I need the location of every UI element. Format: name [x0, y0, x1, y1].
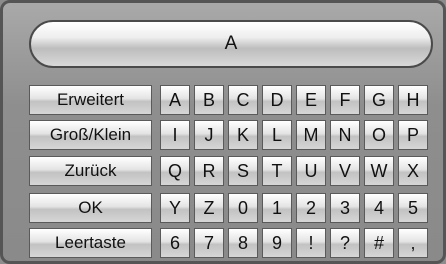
- key-question[interactable]: ?: [330, 228, 360, 258]
- key-b[interactable]: B: [194, 85, 224, 115]
- key-a[interactable]: A: [160, 85, 190, 115]
- key-3[interactable]: 3: [330, 193, 360, 223]
- key-k[interactable]: K: [228, 120, 258, 150]
- key-g[interactable]: G: [364, 85, 394, 115]
- key-e[interactable]: E: [296, 85, 326, 115]
- key-t[interactable]: T: [262, 156, 292, 186]
- key-2[interactable]: 2: [296, 193, 326, 223]
- key-0[interactable]: 0: [228, 193, 258, 223]
- key-r[interactable]: R: [194, 156, 224, 186]
- zur-ck-button[interactable]: Zurück: [29, 156, 152, 186]
- key-exclamation[interactable]: !: [296, 228, 326, 258]
- ok-button[interactable]: OK: [29, 193, 152, 223]
- key-d[interactable]: D: [262, 85, 292, 115]
- key-w[interactable]: W: [364, 156, 394, 186]
- key-o[interactable]: O: [364, 120, 394, 150]
- key-i[interactable]: I: [160, 120, 190, 150]
- key-n[interactable]: N: [330, 120, 360, 150]
- keyboard-panel: A Erweitert Groß/Klein Zurück OK Leertaste A B…: [0, 0, 446, 264]
- key-m[interactable]: M: [296, 120, 326, 150]
- key-h[interactable]: H: [398, 85, 428, 115]
- key-5[interactable]: 5: [398, 193, 428, 223]
- key-s[interactable]: S: [228, 156, 258, 186]
- key-u[interactable]: U: [296, 156, 326, 186]
- key-q[interactable]: Q: [160, 156, 190, 186]
- leertaste-button[interactable]: Leertaste: [29, 228, 152, 258]
- key-4[interactable]: 4: [364, 193, 394, 223]
- key-comma[interactable]: ,: [398, 228, 428, 258]
- key-6[interactable]: 6: [160, 228, 190, 258]
- key-9[interactable]: 9: [262, 228, 292, 258]
- gross-klein-button[interactable]: Groß/Klein: [29, 120, 152, 150]
- key-z[interactable]: Z: [194, 193, 224, 223]
- key-c[interactable]: C: [228, 85, 258, 115]
- key-7[interactable]: 7: [194, 228, 224, 258]
- key-v[interactable]: V: [330, 156, 360, 186]
- key-x[interactable]: X: [398, 156, 428, 186]
- key-y[interactable]: Y: [160, 193, 190, 223]
- erweitert-button[interactable]: Erweitert: [29, 85, 152, 115]
- key-p[interactable]: P: [398, 120, 428, 150]
- key-l[interactable]: L: [262, 120, 292, 150]
- key-f[interactable]: F: [330, 85, 360, 115]
- text-display[interactable]: A: [29, 20, 433, 68]
- key-hash[interactable]: #: [364, 228, 394, 258]
- key-8[interactable]: 8: [228, 228, 258, 258]
- key-1[interactable]: 1: [262, 193, 292, 223]
- key-j[interactable]: J: [194, 120, 224, 150]
